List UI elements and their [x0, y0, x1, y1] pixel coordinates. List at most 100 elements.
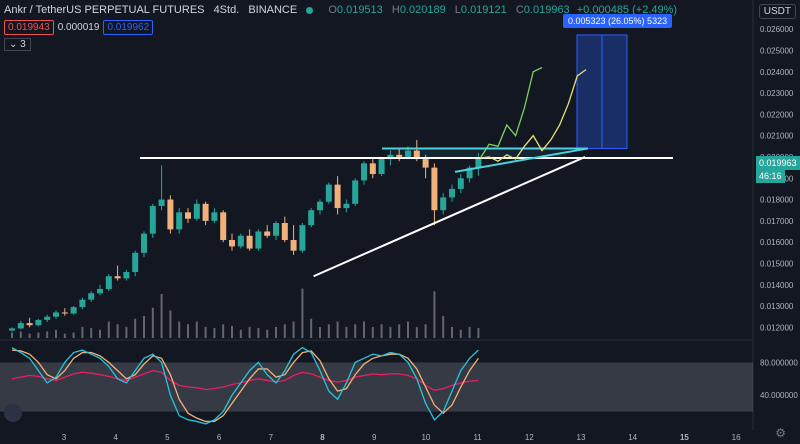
- price-tick-label: 0.012000: [760, 323, 794, 332]
- candle-body: [202, 203, 209, 221]
- low-value: 0.019121: [460, 4, 507, 16]
- candle-body: [44, 316, 51, 320]
- candle-body: [229, 240, 235, 247]
- volume-bar: [354, 324, 357, 338]
- candle-body: [290, 240, 297, 251]
- price-tick-label: 0.026000: [760, 25, 794, 34]
- x-tick-label: 6: [217, 433, 222, 442]
- volume-bar: [327, 324, 330, 338]
- symbol-name[interactable]: Ankr / TetherUS PERPETUAL FUTURES: [4, 4, 205, 16]
- price-tick-label: 0.024000: [760, 68, 794, 77]
- candle-body: [88, 293, 95, 300]
- candle-body: [431, 167, 438, 211]
- candle-body: [273, 222, 279, 236]
- volume-bar: [283, 324, 286, 338]
- market-status-icon: [306, 6, 314, 14]
- volume-bar: [46, 331, 49, 338]
- volume-bar: [195, 321, 198, 338]
- price-tick-label: 0.023000: [760, 89, 794, 98]
- candle-body: [378, 159, 385, 174]
- volume-bar: [239, 329, 242, 338]
- volume-bar: [222, 324, 225, 338]
- x-tick-label: 8: [320, 433, 325, 442]
- price-tick-label: 0.022000: [760, 110, 794, 119]
- candle-body: [396, 154, 403, 157]
- candle-body: [475, 157, 482, 168]
- volume-bar: [213, 328, 216, 338]
- support-trendline: [313, 156, 586, 278]
- chart-canvas[interactable]: 0.026000 0.025000 0.024000 0.023000 0.022000…: [0, 0, 800, 444]
- x-tick-label: 12: [525, 433, 534, 442]
- volume-bar: [451, 327, 453, 338]
- candle-body: [35, 319, 42, 326]
- close-label: C: [515, 4, 524, 16]
- candle-body: [61, 312, 68, 314]
- candle-body: [97, 289, 103, 294]
- volume-bar: [151, 307, 154, 338]
- candle-body: [317, 201, 323, 211]
- price-tick-label: 0.015000: [760, 259, 794, 268]
- candle-body: [79, 299, 86, 308]
- volume-bar: [55, 329, 57, 338]
- spread-value: 0.000019: [57, 22, 100, 33]
- candle-body: [299, 225, 306, 251]
- candle-body: [193, 203, 200, 219]
- projection-path-green: [479, 66, 543, 159]
- countdown-tag: 46:16: [756, 169, 785, 183]
- volume-bar: [134, 318, 137, 338]
- price-tick-label: 0.013000: [760, 302, 794, 311]
- volume-bar: [468, 327, 471, 338]
- price-tick-label: 0.017000: [760, 217, 794, 226]
- x-tick-label: 4: [113, 433, 118, 442]
- candle-body: [105, 276, 112, 290]
- sell-price-button[interactable]: 0.019943: [4, 20, 54, 35]
- candle-body: [457, 178, 464, 189]
- volume-bar: [178, 321, 181, 338]
- candle-body: [449, 188, 455, 198]
- candle-body: [17, 323, 24, 329]
- x-tick-label: 9: [372, 433, 377, 442]
- candle-body: [237, 235, 244, 247]
- candle-body: [220, 212, 227, 241]
- x-tick-label: 16: [732, 433, 741, 442]
- volume-bar: [90, 328, 93, 338]
- volume-bar: [257, 328, 260, 338]
- volume-bar: [187, 324, 189, 338]
- candle-body: [114, 276, 121, 279]
- x-tick-label: 14: [628, 433, 637, 442]
- candle-body: [405, 150, 411, 157]
- volume-bar: [424, 324, 427, 338]
- volume-bar: [380, 324, 383, 338]
- volume-bar: [99, 329, 101, 338]
- volume-bar: [275, 327, 277, 338]
- candle-body: [9, 328, 15, 331]
- buy-price-button[interactable]: 0.019962: [103, 20, 154, 35]
- volume-bar: [160, 294, 163, 338]
- volume-bar: [266, 329, 269, 338]
- candle-body: [246, 235, 253, 249]
- volume-bar: [169, 310, 172, 338]
- interval-label[interactable]: 4Std.: [214, 4, 240, 16]
- candle-body: [281, 222, 288, 241]
- currency-select[interactable]: USDT: [758, 4, 796, 19]
- price-tick-label: 0.016000: [760, 238, 794, 247]
- tradingview-logo-icon[interactable]: [4, 404, 22, 422]
- volume-bar: [310, 318, 313, 338]
- candle-body: [361, 163, 367, 181]
- volume-bar: [477, 328, 480, 338]
- gear-icon[interactable]: ⚙: [775, 426, 786, 440]
- x-tick-label: 10: [421, 433, 430, 442]
- candle-body: [176, 212, 183, 230]
- indicators-count: 3: [20, 39, 26, 50]
- candle-body: [211, 212, 218, 221]
- candle-body: [352, 180, 359, 204]
- price-tick-label: 0.025000: [760, 46, 794, 55]
- candle-body: [70, 307, 77, 314]
- x-tick-label: 15: [680, 433, 689, 442]
- indicators-toggle[interactable]: ⌄ 3: [4, 38, 31, 51]
- volume-bar: [37, 332, 40, 338]
- candle-body: [422, 159, 429, 168]
- candle-body: [334, 184, 341, 209]
- candle-body: [185, 212, 191, 219]
- candle-body: [53, 312, 59, 317]
